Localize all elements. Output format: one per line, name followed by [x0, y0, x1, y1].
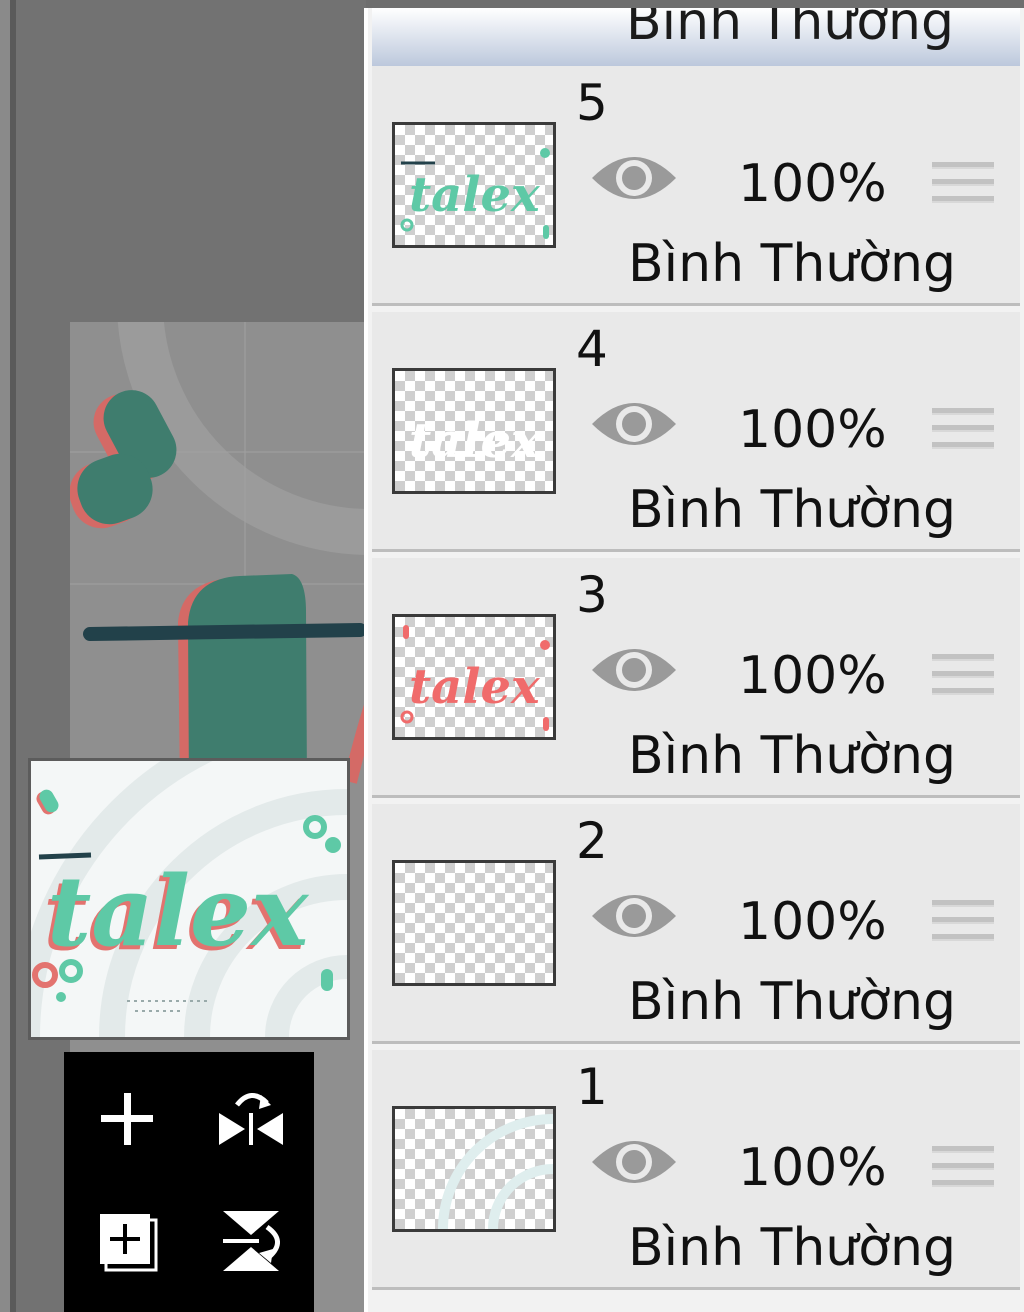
layer-row-4[interactable]: 4 talex 100% Bình Thường — [372, 312, 1020, 552]
svg-text:talex: talex — [409, 167, 541, 223]
drag-handle-icon[interactable] — [932, 900, 994, 950]
flip-horizontal-icon — [219, 1093, 283, 1145]
layer-thumbnail[interactable]: talex — [392, 614, 556, 740]
layer-tools-panel — [64, 1052, 314, 1312]
visibility-eye-icon[interactable] — [590, 394, 678, 454]
drag-handle-icon[interactable] — [932, 408, 994, 458]
layer-blend-mode[interactable]: Bình Thường — [628, 480, 956, 540]
layer-blend-mode[interactable]: Bình Thường — [628, 234, 956, 294]
visibility-eye-icon[interactable] — [590, 886, 678, 946]
duplicate-layer-button[interactable] — [82, 1196, 172, 1286]
layer-row-3[interactable]: 3 talex 100% Bình Thường — [372, 558, 1020, 798]
layer-opacity[interactable]: 100% — [738, 892, 887, 952]
svg-text:talex: talex — [409, 413, 541, 469]
visibility-eye-icon[interactable] — [590, 148, 678, 208]
flip-vertical-icon — [223, 1211, 280, 1271]
layer-blend-mode[interactable]: Bình Thường — [628, 972, 956, 1032]
layer-number: 4 — [576, 320, 608, 378]
layer-row-2[interactable]: 2 100% Bình Thường — [372, 804, 1020, 1044]
svg-text:talex: talex — [409, 659, 541, 715]
drag-handle-icon[interactable] — [932, 1146, 994, 1196]
layer-row-1[interactable]: 1 100% Bình Thường — [372, 1050, 1020, 1290]
layer-top-partial[interactable]: Bình Thường — [372, 8, 1020, 69]
visibility-eye-icon[interactable] — [590, 640, 678, 700]
thumbnail-artwork: talex — [400, 625, 550, 731]
svg-text:talex: talex — [47, 855, 310, 968]
canvas-preview[interactable]: talex talex — [28, 758, 350, 1040]
layers-panel: Bình Thường 5 talex 100% Bình Thường 4 t… — [364, 8, 1024, 1312]
layer-opacity[interactable]: 100% — [738, 154, 887, 214]
thumbnail-artwork: talex — [400, 148, 550, 239]
layer-blend-mode[interactable]: Bình Thường — [628, 1218, 956, 1278]
layer-thumbnail[interactable] — [392, 1106, 556, 1232]
plus-icon — [101, 1093, 153, 1145]
layer-row-5[interactable]: 5 talex 100% Bình Thường — [372, 66, 1020, 306]
layer-thumbnail[interactable] — [392, 860, 556, 986]
layer-number: 1 — [576, 1058, 608, 1116]
layer-thumbnail[interactable]: talex — [392, 368, 556, 494]
visibility-eye-icon[interactable] — [590, 1132, 678, 1192]
layer-blend-mode[interactable]: Bình Thường — [628, 726, 956, 786]
layer-opacity[interactable]: 100% — [738, 646, 887, 706]
left-edge-bar — [0, 0, 16, 1312]
layer-thumbnail[interactable]: talex — [392, 122, 556, 248]
flip-vertical-button[interactable] — [206, 1196, 296, 1286]
layer-number: 2 — [576, 812, 608, 870]
preview-artwork: talex talex — [31, 761, 347, 1037]
thumbnail-artwork: talex — [409, 413, 541, 469]
layer-top-blend-mode: Bình Thường — [626, 8, 955, 52]
add-layer-button[interactable] — [82, 1074, 172, 1164]
thumbnail-artwork — [438, 1114, 553, 1229]
drag-handle-icon[interactable] — [932, 654, 994, 704]
add-copy-icon — [100, 1214, 158, 1272]
layer-number: 5 — [576, 74, 608, 132]
flip-horizontal-button[interactable] — [206, 1074, 296, 1164]
drag-handle-icon[interactable] — [932, 162, 994, 212]
layer-opacity[interactable]: 100% — [738, 400, 887, 460]
layer-number: 3 — [576, 566, 608, 624]
layer-opacity[interactable]: 100% — [738, 1138, 887, 1198]
